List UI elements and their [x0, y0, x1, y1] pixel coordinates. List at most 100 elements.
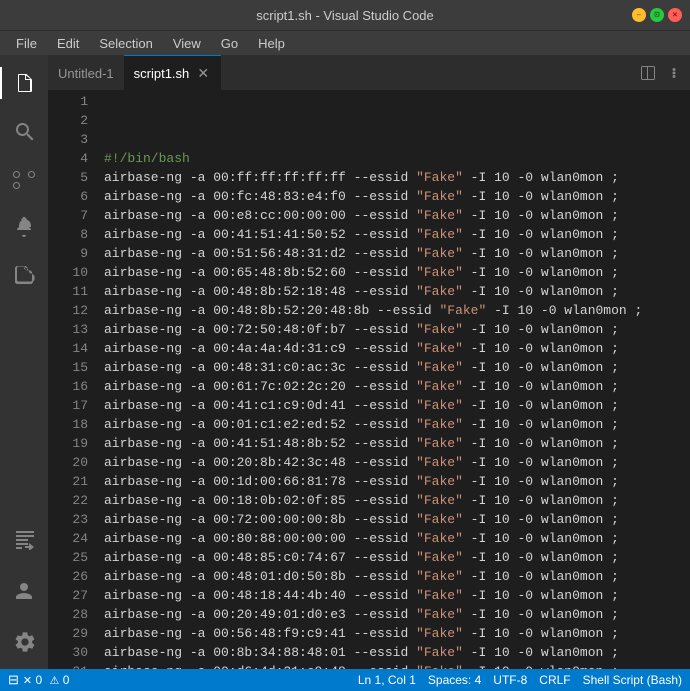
string-literal: "Fake"	[416, 607, 463, 622]
rest-text: -I 10 -0 wlan0mon ;	[463, 398, 619, 413]
command-text: airbase-ng -a 00:48:18:44:4b:40 --essid	[104, 588, 416, 603]
rest-text: -I 10 -0 wlan0mon ;	[486, 303, 642, 318]
rest-text: -I 10 -0 wlan0mon ;	[463, 493, 619, 508]
activity-settings[interactable]	[0, 617, 48, 665]
menu-file[interactable]: File	[8, 34, 45, 53]
rest-text: -I 10 -0 wlan0mon ;	[463, 417, 619, 432]
rest-text: -I 10 -0 wlan0mon ;	[463, 170, 619, 185]
activity-search[interactable]	[0, 107, 48, 155]
menu-edit[interactable]: Edit	[49, 34, 87, 53]
more-actions-button[interactable]	[662, 61, 686, 85]
rest-text: -I 10 -0 wlan0mon ;	[463, 588, 619, 603]
string-literal: "Fake"	[416, 208, 463, 223]
activity-debug[interactable]	[0, 203, 48, 251]
tab-script1-label: script1.sh	[134, 66, 190, 81]
code-line: airbase-ng -a 00:48:01:d0:50:8b --essid …	[104, 567, 690, 586]
status-encoding[interactable]: UTF-8	[493, 673, 527, 687]
command-text: airbase-ng -a 00:48:31:c0:ac:3c --essid	[104, 360, 416, 375]
code-line: airbase-ng -a 00:e8:cc:00:00:00 --essid …	[104, 206, 690, 225]
rest-text: -I 10 -0 wlan0mon ;	[463, 341, 619, 356]
line-number: 1	[48, 92, 88, 111]
code-content[interactable]: #!/bin/bashairbase-ng -a 00:ff:ff:ff:ff:…	[96, 90, 690, 669]
string-literal: "Fake"	[416, 417, 463, 432]
rest-text: -I 10 -0 wlan0mon ;	[463, 379, 619, 394]
command-text: airbase-ng -a 00:18:0b:02:0f:85 --essid	[104, 493, 416, 508]
rest-text: -I 10 -0 wlan0mon ;	[463, 455, 619, 470]
code-line: airbase-ng -a 00:72:00:00:00:8b --essid …	[104, 510, 690, 529]
editor[interactable]: 1234567891011121314151617181920212223242…	[48, 90, 690, 669]
status-line-ending[interactable]: CRLF	[539, 673, 570, 687]
command-text: airbase-ng -a 00:48:85:c0:74:67 --essid	[104, 550, 416, 565]
string-literal: "Fake"	[416, 512, 463, 527]
command-text: airbase-ng -a 00:41:c1:c9:0d:41 --essid	[104, 398, 416, 413]
command-text: airbase-ng -a 00:72:00:00:00:8b --essid	[104, 512, 416, 527]
status-errors[interactable]: ✕ 0 ⚠ 0	[23, 673, 70, 687]
string-literal: "Fake"	[416, 645, 463, 660]
code-line: airbase-ng -a 00:80:88:00:00:00 --essid …	[104, 529, 690, 548]
command-text: airbase-ng -a 00:20:49:01:d0:e3 --essid	[104, 607, 416, 622]
tab-bar-actions	[636, 61, 686, 85]
maximize-button[interactable]: ⊡	[650, 8, 664, 22]
rest-text: -I 10 -0 wlan0mon ;	[463, 265, 619, 280]
menu-go[interactable]: Go	[213, 34, 246, 53]
close-button[interactable]: ✕	[668, 8, 682, 22]
command-text: airbase-ng -a 00:41:51:41:50:52 --essid	[104, 227, 416, 242]
code-line: airbase-ng -a 00:01:c1:e2:ed:52 --essid …	[104, 415, 690, 434]
activity-bar	[0, 55, 48, 669]
activity-remote-explorer[interactable]	[0, 515, 48, 563]
line-number: 17	[48, 396, 88, 415]
line-number: 4	[48, 149, 88, 168]
code-line: airbase-ng -a 00:fc:48:83:e4:f0 --essid …	[104, 187, 690, 206]
line-number: 28	[48, 605, 88, 624]
tab-script1[interactable]: script1.sh ✕	[124, 55, 222, 90]
command-text: airbase-ng -a 00:48:8b:52:20:48:8b --ess…	[104, 303, 439, 318]
warning-count: 0	[63, 673, 70, 687]
command-text: airbase-ng -a 00:48:8b:52:18:48 --essid	[104, 284, 416, 299]
status-language[interactable]: Shell Script (Bash)	[583, 673, 682, 687]
command-text: airbase-ng -a 00:56:48:f9:c9:41 --essid	[104, 626, 416, 641]
line-number: 27	[48, 586, 88, 605]
menu-help[interactable]: Help	[250, 34, 293, 53]
line-number: 22	[48, 491, 88, 510]
menu-selection[interactable]: Selection	[91, 34, 160, 53]
string-literal: "Fake"	[416, 455, 463, 470]
activity-extensions[interactable]	[0, 251, 48, 299]
activity-source-control[interactable]	[0, 155, 48, 203]
status-position[interactable]: Ln 1, Col 1	[358, 673, 416, 687]
string-literal: "Fake"	[416, 436, 463, 451]
line-numbers: 1234567891011121314151617181920212223242…	[48, 90, 96, 669]
string-literal: "Fake"	[416, 341, 463, 356]
string-literal: "Fake"	[416, 398, 463, 413]
string-literal: "Fake"	[416, 322, 463, 337]
string-literal: "Fake"	[416, 265, 463, 280]
minimize-button[interactable]: –	[632, 8, 646, 22]
window-controls: – ⊡ ✕	[632, 8, 682, 22]
tab-untitled[interactable]: Untitled-1	[48, 55, 124, 90]
activity-accounts[interactable]	[0, 567, 48, 615]
tab-script1-close[interactable]: ✕	[195, 65, 211, 81]
command-text: airbase-ng -a 00:20:8b:42:3c:48 --essid	[104, 455, 416, 470]
code-line: airbase-ng -a 00:56:48:f9:c9:41 --essid …	[104, 624, 690, 643]
code-line: airbase-ng -a 00:41:c1:c9:0d:41 --essid …	[104, 396, 690, 415]
line-number: 29	[48, 624, 88, 643]
code-line: airbase-ng -a 00:41:51:48:8b:52 --essid …	[104, 434, 690, 453]
status-right: Ln 1, Col 1 Spaces: 4 UTF-8 CRLF Shell S…	[358, 673, 682, 687]
status-spaces[interactable]: Spaces: 4	[428, 673, 481, 687]
line-number: 5	[48, 168, 88, 187]
line-number: 24	[48, 529, 88, 548]
line-number: 16	[48, 377, 88, 396]
string-literal: "Fake"	[416, 227, 463, 242]
line-number: 20	[48, 453, 88, 472]
split-editor-button[interactable]	[636, 61, 660, 85]
rest-text: -I 10 -0 wlan0mon ;	[463, 189, 619, 204]
code-line: airbase-ng -a 00:72:50:48:0f:b7 --essid …	[104, 320, 690, 339]
status-remote[interactable]: ⊟	[8, 672, 19, 688]
string-literal: "Fake"	[416, 550, 463, 565]
line-number: 10	[48, 263, 88, 282]
activity-files[interactable]	[0, 59, 48, 107]
code-line: airbase-ng -a 00:48:18:44:4b:40 --essid …	[104, 586, 690, 605]
rest-text: -I 10 -0 wlan0mon ;	[463, 436, 619, 451]
warning-icon: ⚠	[50, 675, 60, 687]
menu-view[interactable]: View	[165, 34, 209, 53]
code-line: airbase-ng -a 00:ff:ff:ff:ff:ff --essid …	[104, 168, 690, 187]
